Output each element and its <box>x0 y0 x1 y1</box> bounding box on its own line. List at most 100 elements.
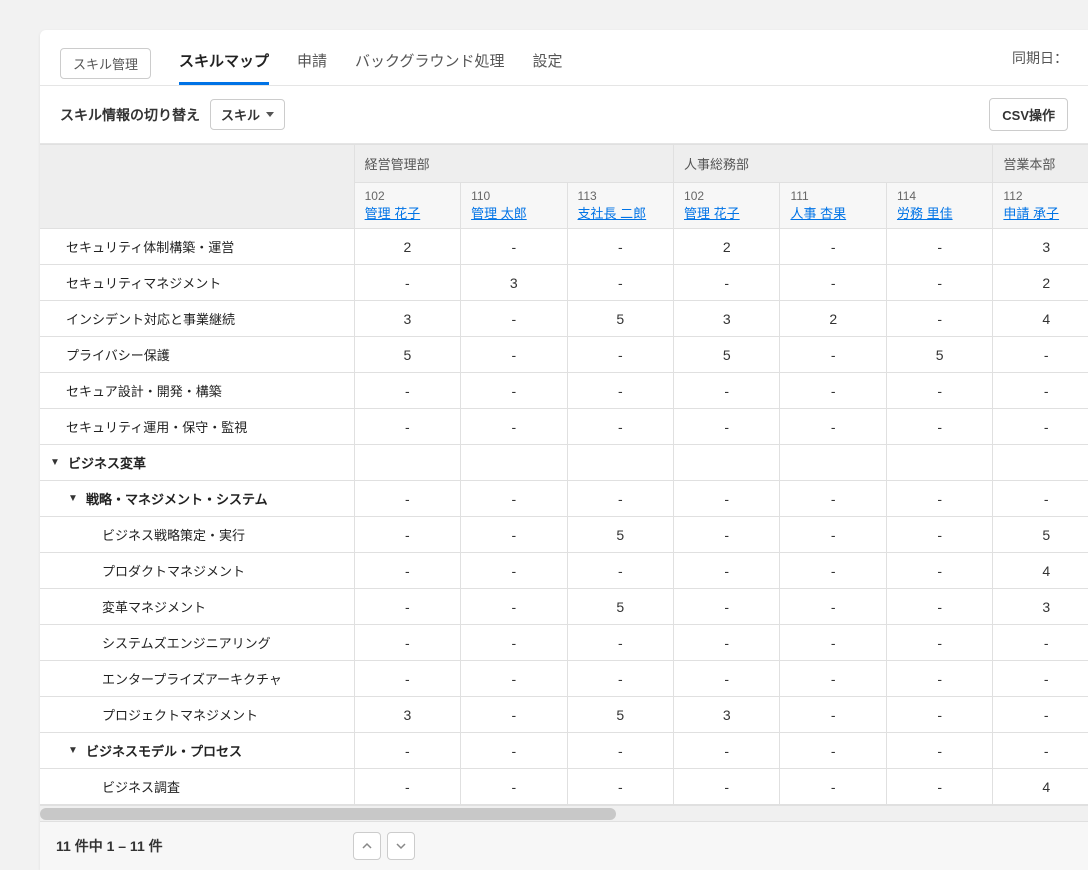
employee-header: 110管理 太郎 <box>461 183 567 229</box>
data-cell: - <box>674 265 780 301</box>
data-cell: - <box>993 697 1088 733</box>
table-row: プロジェクトマネジメント3-53--- <box>40 697 1088 733</box>
table-row: セキュア設計・開発・構築------- <box>40 373 1088 409</box>
data-cell: - <box>354 373 460 409</box>
row-label-cell: ▼ビジネス変革 <box>40 445 354 481</box>
table-row: システムズエンジニアリング------- <box>40 625 1088 661</box>
switch-label: スキル情報の切り替え <box>60 105 200 125</box>
data-cell: - <box>461 697 567 733</box>
employee-header: 112申請 承子 <box>993 183 1088 229</box>
employee-link[interactable]: 管理 花子 <box>684 203 769 222</box>
employee-code: 102 <box>684 189 769 203</box>
data-cell: - <box>674 625 780 661</box>
data-cell: - <box>993 337 1088 373</box>
tab-pill-skill-mgmt[interactable]: スキル管理 <box>60 48 151 79</box>
data-cell: - <box>993 409 1088 445</box>
data-cell: - <box>674 373 780 409</box>
row-label: セキュリティ運用・保守・監視 <box>66 417 247 436</box>
data-cell: - <box>886 769 992 805</box>
row-label: セキュリティマネジメント <box>66 273 221 292</box>
employee-link[interactable]: 管理 花子 <box>365 203 450 222</box>
employee-link[interactable]: 支社長 二郎 <box>578 203 663 222</box>
data-cell: - <box>780 517 886 553</box>
data-cell: - <box>674 661 780 697</box>
expand-toggle-icon[interactable]: ▼ <box>68 493 78 504</box>
table-row: インシデント対応と事業継続3-532-4 <box>40 301 1088 337</box>
employee-header: 113支社長 二郎 <box>567 183 673 229</box>
data-cell: - <box>780 265 886 301</box>
data-cell: 3 <box>354 697 460 733</box>
data-cell: 5 <box>886 337 992 373</box>
data-cell: - <box>674 481 780 517</box>
data-cell: - <box>461 229 567 265</box>
data-cell: - <box>461 409 567 445</box>
table-row: ▼ビジネス変革 <box>40 445 1088 481</box>
employee-code: 113 <box>578 189 663 203</box>
expand-toggle-icon[interactable]: ▼ <box>50 457 60 468</box>
data-cell: - <box>567 337 673 373</box>
table-row: ▼ビジネスモデル・プロセス------- <box>40 733 1088 769</box>
table-row: ビジネス調査------4 <box>40 769 1088 805</box>
data-cell: 5 <box>354 337 460 373</box>
data-cell: 2 <box>674 229 780 265</box>
data-cell: - <box>567 373 673 409</box>
data-cell: - <box>780 229 886 265</box>
data-cell: - <box>354 733 460 769</box>
pagination-text: 11 件中 1 – 11 件 <box>56 836 163 856</box>
employee-link[interactable]: 人事 杏果 <box>790 203 875 222</box>
data-cell: - <box>780 553 886 589</box>
tab-0[interactable]: スキルマップ <box>179 42 269 85</box>
data-cell: - <box>780 481 886 517</box>
data-cell: - <box>780 373 886 409</box>
data-cell: - <box>461 769 567 805</box>
row-label: 戦略・マネジメント・システム <box>86 489 268 508</box>
horizontal-scrollbar[interactable] <box>40 805 1088 821</box>
data-cell: 4 <box>993 553 1088 589</box>
data-cell <box>886 445 992 481</box>
tab-3[interactable]: 設定 <box>532 42 562 85</box>
row-label: プロジェクトマネジメント <box>102 705 258 724</box>
data-cell <box>461 445 567 481</box>
data-cell: - <box>461 517 567 553</box>
row-label: セキュア設計・開発・構築 <box>66 381 222 400</box>
data-cell: - <box>567 625 673 661</box>
data-cell: - <box>780 337 886 373</box>
employee-code: 102 <box>365 189 450 203</box>
employee-link[interactable]: 管理 太郎 <box>471 203 556 222</box>
dept-header: 人事総務部 <box>674 145 993 183</box>
employee-header: 111人事 杏果 <box>780 183 886 229</box>
page-next-button[interactable] <box>387 832 415 860</box>
tab-2[interactable]: バックグラウンド処理 <box>355 42 504 85</box>
tab-1[interactable]: 申請 <box>297 42 327 85</box>
data-cell: - <box>993 661 1088 697</box>
data-cell: - <box>354 481 460 517</box>
data-cell: - <box>993 733 1088 769</box>
data-cell: - <box>674 517 780 553</box>
data-cell: - <box>886 553 992 589</box>
csv-button[interactable]: CSV操作 <box>989 98 1068 131</box>
data-cell: - <box>567 733 673 769</box>
employee-code: 112 <box>1003 189 1088 203</box>
expand-toggle-icon[interactable]: ▼ <box>68 745 78 756</box>
skill-info-select[interactable]: スキル <box>210 99 285 130</box>
page-prev-button[interactable] <box>353 832 381 860</box>
data-cell: 3 <box>354 301 460 337</box>
row-label: ビジネス調査 <box>102 777 180 796</box>
row-label-cell: システムズエンジニアリング <box>40 625 354 661</box>
scrollbar-thumb[interactable] <box>40 808 616 820</box>
data-cell: - <box>780 625 886 661</box>
data-cell: 2 <box>780 301 886 337</box>
data-cell: - <box>567 229 673 265</box>
table-row: セキュリティ体制構築・運営2--2--3 <box>40 229 1088 265</box>
dept-header: 営業本部 <box>993 145 1088 183</box>
caret-down-icon <box>266 112 274 117</box>
data-cell: - <box>886 373 992 409</box>
table-wrap: 経営管理部人事総務部営業本部 102管理 花子110管理 太郎113支社長 二郎… <box>40 144 1088 870</box>
data-cell: - <box>461 625 567 661</box>
employee-link[interactable]: 申請 承子 <box>1003 203 1088 222</box>
table-row: セキュリティマネジメント-3----2 <box>40 265 1088 301</box>
data-cell: - <box>993 373 1088 409</box>
data-cell: - <box>461 733 567 769</box>
data-cell: - <box>886 301 992 337</box>
employee-link[interactable]: 労務 里佳 <box>897 203 982 222</box>
